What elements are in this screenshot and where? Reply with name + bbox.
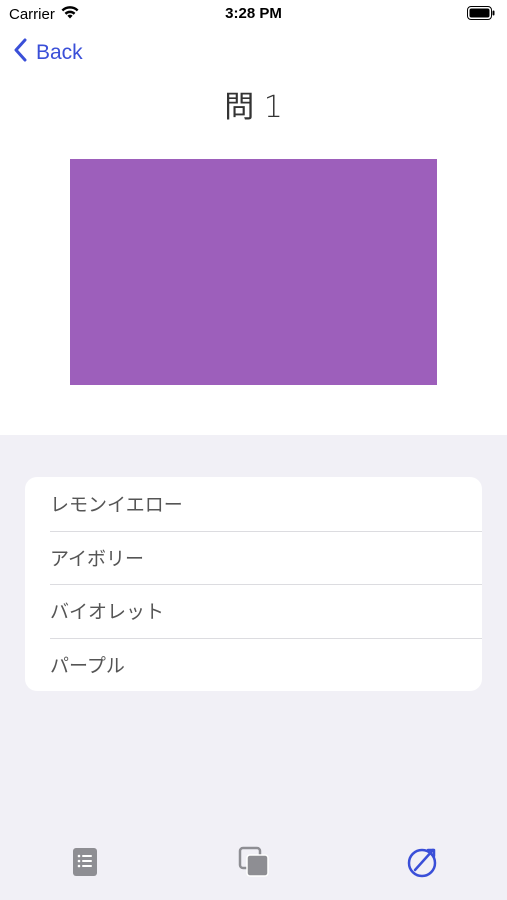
compass-icon bbox=[406, 846, 438, 882]
status-bar: Carrier 3:28 PM bbox=[0, 0, 507, 28]
tab-cards[interactable] bbox=[234, 844, 274, 884]
tab-list[interactable] bbox=[65, 844, 105, 884]
tab-bar bbox=[0, 836, 507, 890]
stack-icon bbox=[238, 846, 270, 882]
answer-option[interactable]: アイボリー bbox=[25, 530, 482, 585]
back-label: Back bbox=[36, 41, 83, 64]
chevron-left-icon bbox=[14, 38, 28, 68]
nav-bar: Back bbox=[0, 36, 507, 70]
answer-option[interactable]: レモンイエロー bbox=[25, 477, 482, 531]
answer-options-list: レモンイエロー アイボリー バイオレット パープル bbox=[25, 477, 482, 691]
back-button[interactable]: Back bbox=[14, 36, 83, 70]
list-icon bbox=[72, 847, 98, 881]
status-time: 3:28 PM bbox=[225, 5, 282, 22]
answer-option[interactable]: パープル bbox=[25, 637, 482, 692]
answer-option[interactable]: バイオレット bbox=[25, 584, 482, 638]
tab-quiz[interactable] bbox=[402, 844, 442, 884]
color-swatch bbox=[70, 159, 437, 385]
question-title: 問 1 bbox=[224, 90, 283, 125]
battery-icon bbox=[467, 6, 495, 24]
